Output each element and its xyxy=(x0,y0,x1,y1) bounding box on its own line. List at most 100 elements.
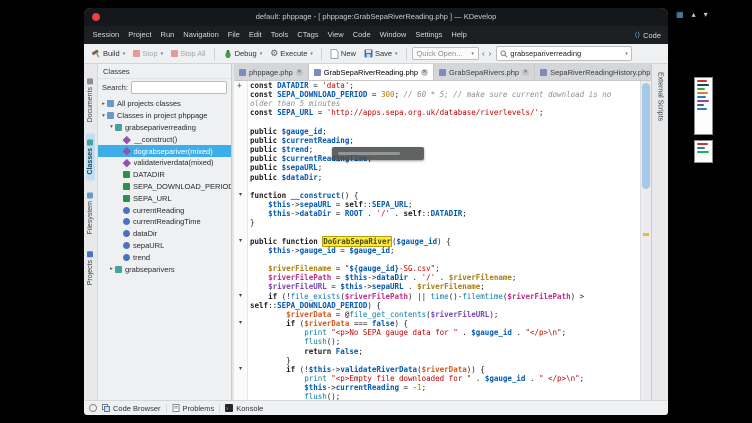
quick-open-combo[interactable]: Quick Open... ▾ xyxy=(412,47,479,60)
menu-view[interactable]: View xyxy=(323,26,348,44)
tree-item[interactable]: dograbsepariver(mixed) xyxy=(98,145,231,157)
menu-project[interactable]: Project xyxy=(124,26,156,44)
code-line[interactable]: const SEPA_URL = 'http://apps.sepa.org.u… xyxy=(234,108,640,117)
chevron-down-icon[interactable]: ▾ xyxy=(123,51,126,57)
code-line[interactable]: public $sepaURL; xyxy=(234,163,640,172)
sidebar-tab-filesystem[interactable]: Filesystem xyxy=(86,186,95,240)
code-line[interactable]: $riverData = @file_get_contents($riverFi… xyxy=(234,310,640,319)
debug-button[interactable]: Debug▾ xyxy=(220,48,266,60)
code-line[interactable]: public $currentReadingTime; xyxy=(234,154,640,163)
konsole-button[interactable]: › Konsole xyxy=(225,404,263,413)
tree-item[interactable]: SEPA_DOWNLOAD_PERIOD xyxy=(98,181,231,193)
tree-item[interactable]: SEPA_URL xyxy=(98,192,231,204)
code-line[interactable]: flush(); xyxy=(234,337,640,346)
code-line[interactable]: $riverFilename = "${gauge_id}-SG.csv"; xyxy=(234,264,640,273)
tab-phppage[interactable]: phppage.php ✕ xyxy=(234,64,309,80)
tree-item[interactable]: trend xyxy=(98,251,231,263)
chevron-down-icon[interactable]: ▾ xyxy=(625,51,628,57)
code-line[interactable]: public $currentReading; xyxy=(234,136,640,145)
menu-settings[interactable]: Settings xyxy=(411,26,447,44)
expander-icon[interactable]: ▸ xyxy=(108,266,115,272)
menu-navigation[interactable]: Navigation xyxy=(179,26,223,44)
tree-item[interactable]: ▸grabseparivers xyxy=(98,263,231,275)
classes-search-input[interactable] xyxy=(131,81,227,94)
sidebar-tab-projects[interactable]: Projects xyxy=(86,245,95,291)
tree-item[interactable]: currentReading xyxy=(98,204,231,216)
code-line[interactable]: public $trend; xyxy=(234,145,640,154)
fold-marker-icon[interactable]: ▾ xyxy=(234,319,248,328)
chevron-down-icon[interactable]: ▾ xyxy=(310,51,313,57)
code-line[interactable] xyxy=(234,182,640,191)
code-line[interactable]: older than 5 minutes xyxy=(234,99,640,108)
close-tab-icon[interactable]: ✕ xyxy=(421,69,428,76)
code-line[interactable]: public $gauge_id; xyxy=(234,127,640,136)
menu-code[interactable]: Code xyxy=(348,26,375,44)
code-line[interactable]: $riverFilePath = $this->dataDir . '/' . … xyxy=(234,273,640,282)
sidebar-tab-documents[interactable]: Documents xyxy=(86,72,95,128)
tree-item[interactable]: sepaURL xyxy=(98,240,231,252)
menu-ctags[interactable]: CTags xyxy=(293,26,323,44)
tab-external-scripts[interactable]: External Scripts xyxy=(657,72,664,400)
code-browser-button[interactable]: Code Browser xyxy=(102,404,161,413)
scrollbar-thumb[interactable] xyxy=(642,83,650,189)
code-line[interactable]: $this->sepaURL = self::SEPA_URL; xyxy=(234,200,640,209)
code-view[interactable]: const DATADIR = 'data';const SEPA_DOWNLO… xyxy=(234,81,651,400)
code-line[interactable]: } xyxy=(234,356,640,365)
menu-window[interactable]: Window xyxy=(375,26,411,44)
code-line[interactable]: const DATADIR = 'data'; xyxy=(234,81,640,90)
expander-icon[interactable]: ▾ xyxy=(100,113,107,119)
tree-item[interactable]: ▸All projects classes xyxy=(98,98,231,110)
build-button[interactable]: Build▾ xyxy=(88,48,128,60)
code-line[interactable]: $this->dataDir = ROOT . '/' . self::DATA… xyxy=(234,209,640,218)
menu-tools[interactable]: Tools xyxy=(266,26,293,44)
fold-marker-icon[interactable]: ▾ xyxy=(234,191,248,200)
close-tab-icon[interactable]: ✕ xyxy=(296,69,303,76)
tab-grabseparivers[interactable]: GrabSepaRivers.php ✕ xyxy=(434,64,535,80)
tree-item[interactable]: DATADIR xyxy=(98,169,231,181)
tree-item[interactable]: validateriverdata(mixed) xyxy=(98,157,231,169)
back-button[interactable]: ‹ xyxy=(481,49,486,58)
toolbar-searchbox[interactable]: ▾ xyxy=(496,46,632,61)
tree-item[interactable]: ▾grabsepariverreading xyxy=(98,122,231,134)
execute-button[interactable]: ⚙ Execute▾ xyxy=(267,48,316,59)
fold-marker-icon[interactable]: ▾ xyxy=(234,237,248,246)
new-button[interactable]: New xyxy=(327,48,359,60)
code-line[interactable]: print "<p>No SEPA gauge data for " . $ga… xyxy=(234,328,640,337)
forward-button[interactable]: › xyxy=(488,49,493,58)
close-tab-icon[interactable]: ✕ xyxy=(522,69,529,76)
chevron-down-icon[interactable]: ▾ xyxy=(471,51,474,57)
menu-help[interactable]: Help xyxy=(447,26,471,44)
expander-icon[interactable]: ▸ xyxy=(100,101,107,107)
menu-file[interactable]: File xyxy=(223,26,244,44)
code-line[interactable]: const SEPA_DOWNLOAD_PERIOD = 300; // 60 … xyxy=(234,90,640,99)
code-line[interactable]: return False; xyxy=(234,347,640,356)
tray-grid-icon[interactable]: ▦ xyxy=(676,10,684,20)
code-line[interactable] xyxy=(234,228,640,237)
classes-panel-header[interactable]: Classes xyxy=(98,64,231,79)
search-input[interactable] xyxy=(510,49,622,58)
code-line[interactable]: ▾ if (!$this->validateRiverData($riverDa… xyxy=(234,365,640,374)
code-line[interactable]: public $dataDir; xyxy=(234,173,640,182)
code-line[interactable]: flush(); xyxy=(234,392,640,400)
expander-icon[interactable]: ▾ xyxy=(108,124,115,130)
chevron-down-icon[interactable]: ▾ xyxy=(395,51,398,57)
tree-item[interactable]: __construct() xyxy=(98,133,231,145)
code-line[interactable]: $this->gauge_id = $gauge_id; xyxy=(234,246,640,255)
tree-item[interactable]: dataDir xyxy=(98,228,231,240)
code-line[interactable]: } xyxy=(234,218,640,227)
fold-marker-icon[interactable]: ▾ xyxy=(234,365,248,374)
sidebar-tab-classes[interactable]: Classes xyxy=(86,133,95,180)
close-button[interactable] xyxy=(92,13,100,21)
tree-item[interactable]: ▾Classes in project phppage xyxy=(98,110,231,122)
tab-grabsepariverreading[interactable]: GrabSepaRiverReading.php ✕ xyxy=(309,64,434,80)
menu-session[interactable]: Session xyxy=(88,26,124,44)
code-line[interactable]: ▾function __construct() { xyxy=(234,191,640,200)
problems-button[interactable]: Problems xyxy=(172,404,215,413)
code-line[interactable]: ▾ if ($riverData === false) { xyxy=(234,319,640,328)
code-line[interactable]: ▾ if (!file_exists($riverFilePath) || ti… xyxy=(234,292,640,301)
tray-chevron-down-icon[interactable]: ▾ xyxy=(704,10,708,20)
code-line[interactable]: print "<p>Empty file downloaded for " . … xyxy=(234,374,640,383)
tray-chevron-up-icon[interactable]: ▴ xyxy=(692,10,696,20)
save-button[interactable]: Save▾ xyxy=(361,48,401,59)
session-status-icon[interactable] xyxy=(89,404,97,412)
